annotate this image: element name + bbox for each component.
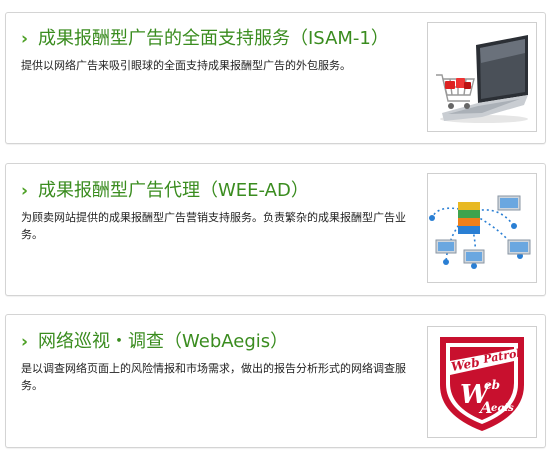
service-card-isam[interactable]: › 成果报酬型广告的全面支持服务（ISAM-1） 提供以网络广告来吸引眼球的全面支…: [5, 12, 546, 144]
chevron-right-icon: ›: [21, 181, 29, 201]
service-title-text[interactable]: 成果报酬型广告的全面支持服务（ISAM-1）: [38, 28, 389, 49]
service-title-text[interactable]: 成果报酬型广告代理（WEE-AD）: [38, 180, 309, 201]
service-description: 提供以网络广告来吸引眼球的全面支持成果报酬型广告的外包服务。: [21, 59, 351, 72]
svg-text:egis: egis: [491, 403, 514, 414]
service-title-link[interactable]: › 成果报酬型广告代理（WEE-AD）: [21, 179, 309, 203]
service-title-link[interactable]: › 网络巡视・调查（WebAegis）: [21, 330, 288, 354]
service-title-link[interactable]: › 成果报酬型广告的全面支持服务（ISAM-1）: [21, 27, 389, 51]
svg-text:eb: eb: [484, 378, 500, 392]
service-description: 是以调查网络页面上的风险情报和市场需求，做出的报告分析形式的网络调查服务。: [21, 362, 406, 392]
chevron-right-icon: ›: [21, 332, 29, 352]
chevron-right-icon: ›: [21, 29, 29, 49]
laptop-shopping-cart-icon: [427, 22, 537, 132]
service-card-webaegis[interactable]: › 网络巡视・调查（WebAegis） 是以调查网络页面上的风险情报和市场需求，做…: [5, 314, 546, 448]
service-card-wee-ad[interactable]: › 成果报酬型广告代理（WEE-AD） 为顾卖网站提供的成果报酬型广告营销支持服务…: [5, 163, 546, 296]
service-description: 为顾卖网站提供的成果报酬型广告营销支持服务。负责繁杂的成果报酬型广告业务。: [21, 211, 406, 241]
service-title-text[interactable]: 网络巡视・调查（WebAegis）: [38, 331, 288, 352]
network-computers-icon: [427, 173, 537, 283]
web-patrol-shield-logo: Web Patrol W eb A egis: [427, 326, 537, 438]
